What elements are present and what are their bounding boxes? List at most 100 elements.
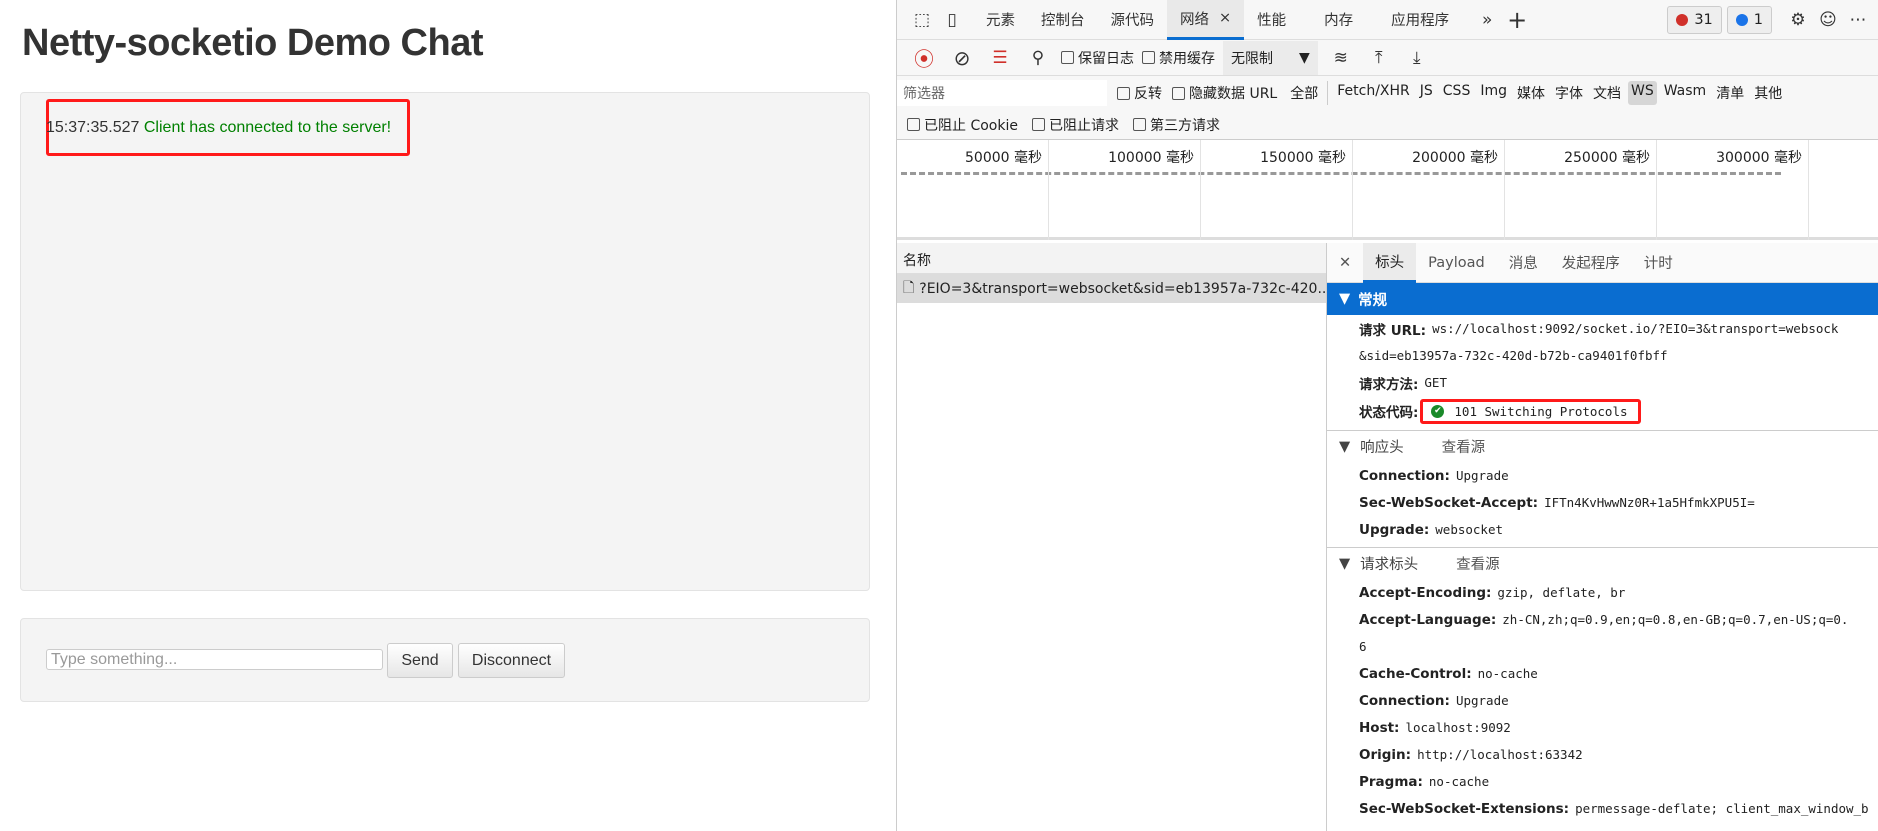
more-tabs-icon[interactable]: » (1472, 5, 1502, 35)
header-row: Connection: Upgrade (1327, 462, 1878, 489)
method-label: 请求方法: (1359, 376, 1419, 393)
type-filter[interactable]: JS (1417, 81, 1436, 105)
record-icon[interactable]: ⦿ (909, 43, 939, 73)
response-headers-header[interactable]: ▼ 响应头 查看源 (1327, 430, 1878, 462)
type-filter[interactable]: 媒体 (1514, 81, 1548, 105)
network-conditions-icon[interactable]: ≋ (1326, 43, 1356, 73)
general-section-header[interactable]: ▼ 常规 (1327, 283, 1878, 315)
type-filter[interactable]: 清单 (1713, 81, 1747, 105)
message-badge[interactable]: 1 (1726, 5, 1772, 34)
more-menu-icon[interactable]: ⋯ (1843, 5, 1873, 35)
tab-performance[interactable]: 性能 (1244, 0, 1299, 40)
tab-elements[interactable]: 元素 (973, 0, 1028, 40)
type-filter[interactable]: Wasm (1661, 81, 1709, 105)
status-code-row: 状态代码: ✔ 101 Switching Protocols (1327, 396, 1878, 426)
error-icon (1676, 13, 1689, 26)
invert-checkbox[interactable]: 反转 (1117, 83, 1162, 103)
header-value: no-cache (1428, 774, 1490, 789)
filter-icon[interactable]: ☰ (985, 43, 1015, 73)
tab-headers[interactable]: 标头 (1363, 243, 1417, 283)
tab-messages[interactable]: 消息 (1497, 243, 1550, 283)
header-name: Cache-Control: (1359, 665, 1472, 682)
tab-network-label: 网络 (1180, 11, 1209, 28)
blocked-cookies-label: 已阻止 Cookie (924, 117, 1018, 134)
header-row: Cache-Control: no-cache (1327, 660, 1878, 687)
chevron-down-icon: ▼ (1299, 49, 1310, 66)
close-icon[interactable]: × (1219, 10, 1231, 26)
disable-cache-checkbox[interactable]: 禁用缓存 (1142, 48, 1215, 68)
header-value: http://localhost:63342 (1417, 747, 1583, 762)
type-filter[interactable]: 字体 (1552, 81, 1586, 105)
blocked-cookies-checkbox[interactable]: 已阻止 Cookie (907, 115, 1018, 135)
hide-data-url-label: 隐藏数据 URL (1189, 86, 1278, 102)
feedback-icon[interactable]: ☺ (1813, 5, 1843, 35)
error-badge[interactable]: 31 (1667, 5, 1722, 34)
header-value: permessage-deflate; client_max_window_b (1575, 801, 1869, 816)
close-details-icon[interactable]: ✕ (1327, 243, 1363, 283)
type-filter[interactable]: 文档 (1590, 81, 1624, 105)
type-filter[interactable]: Img (1477, 81, 1510, 105)
filter-input[interactable]: 筛选器 (897, 80, 1107, 106)
header-name: Sec-WebSocket-Extensions: (1359, 800, 1570, 817)
header-row: Sec-WebSocket-Extensions: permessage-defl… (1327, 795, 1878, 822)
header-name: Connection: (1359, 692, 1450, 709)
header-value: 6 (1359, 639, 1367, 654)
header-value: gzip, deflate, br (1497, 585, 1626, 600)
header-name: Origin: (1359, 746, 1412, 763)
send-button[interactable]: Send (387, 643, 453, 678)
status-value: 101 Switching Protocols (1454, 403, 1628, 419)
view-source-link[interactable]: 查看源 (1456, 553, 1500, 574)
type-filters: 全部 Fetch/XHR JS CSS Img 媒体 字体 文档 WS Wasm 清单 其他 (1287, 81, 1785, 105)
name-column-header[interactable]: 名称 (897, 243, 1326, 274)
timeline-tick: 250000 毫秒 (1505, 140, 1657, 240)
type-filter[interactable]: WS (1628, 81, 1657, 105)
tab-memory[interactable]: 内存 (1311, 0, 1366, 40)
request-url-row: 请求 URL: ws://localhost:9092/socket.io/?EI… (1327, 315, 1878, 342)
gear-icon[interactable]: ⚙ (1783, 5, 1813, 35)
blocked-requests-checkbox[interactable]: 已阻止请求 (1031, 115, 1119, 135)
blocked-filter-bar: 已阻止 Cookie 已阻止请求 第三方请求 (897, 110, 1878, 140)
detail-tabs: ✕ 标头 Payload 消息 发起程序 计时 (1327, 243, 1878, 283)
hide-data-url-checkbox[interactable]: 隐藏数据 URL (1172, 83, 1277, 103)
header-row: Accept-Language: zh-CN,zh;q=0.9,en;q=0.8,… (1327, 606, 1878, 633)
type-filter[interactable]: 全部 (1287, 81, 1321, 105)
tab-timing[interactable]: 计时 (1632, 243, 1685, 283)
type-filter[interactable]: CSS (1440, 81, 1474, 105)
check-icon: ✔ (1431, 404, 1445, 418)
tab-application[interactable]: 应用程序 (1378, 0, 1462, 40)
disconnect-button[interactable]: Disconnect (458, 643, 565, 678)
timeline-tick: 150000 毫秒 (1201, 140, 1353, 240)
page-title: Netty-socketio Demo Chat (22, 22, 483, 64)
tab-payload[interactable]: Payload (1416, 243, 1497, 283)
add-tab-icon[interactable]: + (1502, 5, 1532, 35)
preserve-log-checkbox[interactable]: 保留日志 (1061, 48, 1134, 68)
header-row: Connection: Upgrade (1327, 687, 1878, 714)
tab-initiator[interactable]: 发起程序 (1550, 243, 1632, 283)
view-source-link[interactable]: 查看源 (1442, 436, 1486, 457)
request-headers-header[interactable]: ▼ 请求标头 查看源 (1327, 547, 1878, 579)
message-input[interactable] (46, 649, 383, 670)
type-filter[interactable]: 其他 (1751, 81, 1785, 105)
header-value: websocket (1435, 522, 1504, 537)
header-row: Upgrade: websocket (1327, 516, 1878, 543)
header-row: Sec-WebSocket-Accept: IFTn4KvHwwNz0R+1a5H… (1327, 489, 1878, 516)
message-log (20, 92, 870, 591)
import-icon[interactable]: ⤒ (1364, 43, 1394, 73)
search-icon[interactable]: ⚲ (1023, 43, 1053, 73)
request-row[interactable]: 🗋 ?EIO=3&transport=websocket&sid=eb13957a… (897, 274, 1326, 303)
request-name: ?EIO=3&transport=websocket&sid=eb13957a-… (919, 280, 1326, 297)
type-filter[interactable]: Fetch/XHR (1334, 81, 1413, 105)
invert-label: 反转 (1134, 86, 1162, 102)
device-toolbar-icon[interactable]: ▯ (937, 5, 967, 35)
clear-icon[interactable]: ⊘ (947, 43, 977, 73)
export-icon[interactable]: ⤓ (1402, 43, 1432, 73)
message-text: Client has connected to the server! (143, 119, 392, 136)
header-name: Accept-Encoding: (1359, 584, 1492, 601)
throttle-select[interactable]: 无限制 ▼ (1223, 40, 1318, 75)
tab-console[interactable]: 控制台 (1028, 0, 1098, 40)
third-party-checkbox[interactable]: 第三方请求 (1132, 115, 1220, 135)
tab-network[interactable]: 网络 × (1167, 0, 1245, 40)
tab-sources[interactable]: 源代码 (1098, 0, 1168, 40)
inspect-icon[interactable]: ⬚ (907, 5, 937, 35)
network-timeline[interactable]: 50000 毫秒 100000 毫秒 150000 毫秒 200000 毫秒 25000… (897, 140, 1878, 240)
